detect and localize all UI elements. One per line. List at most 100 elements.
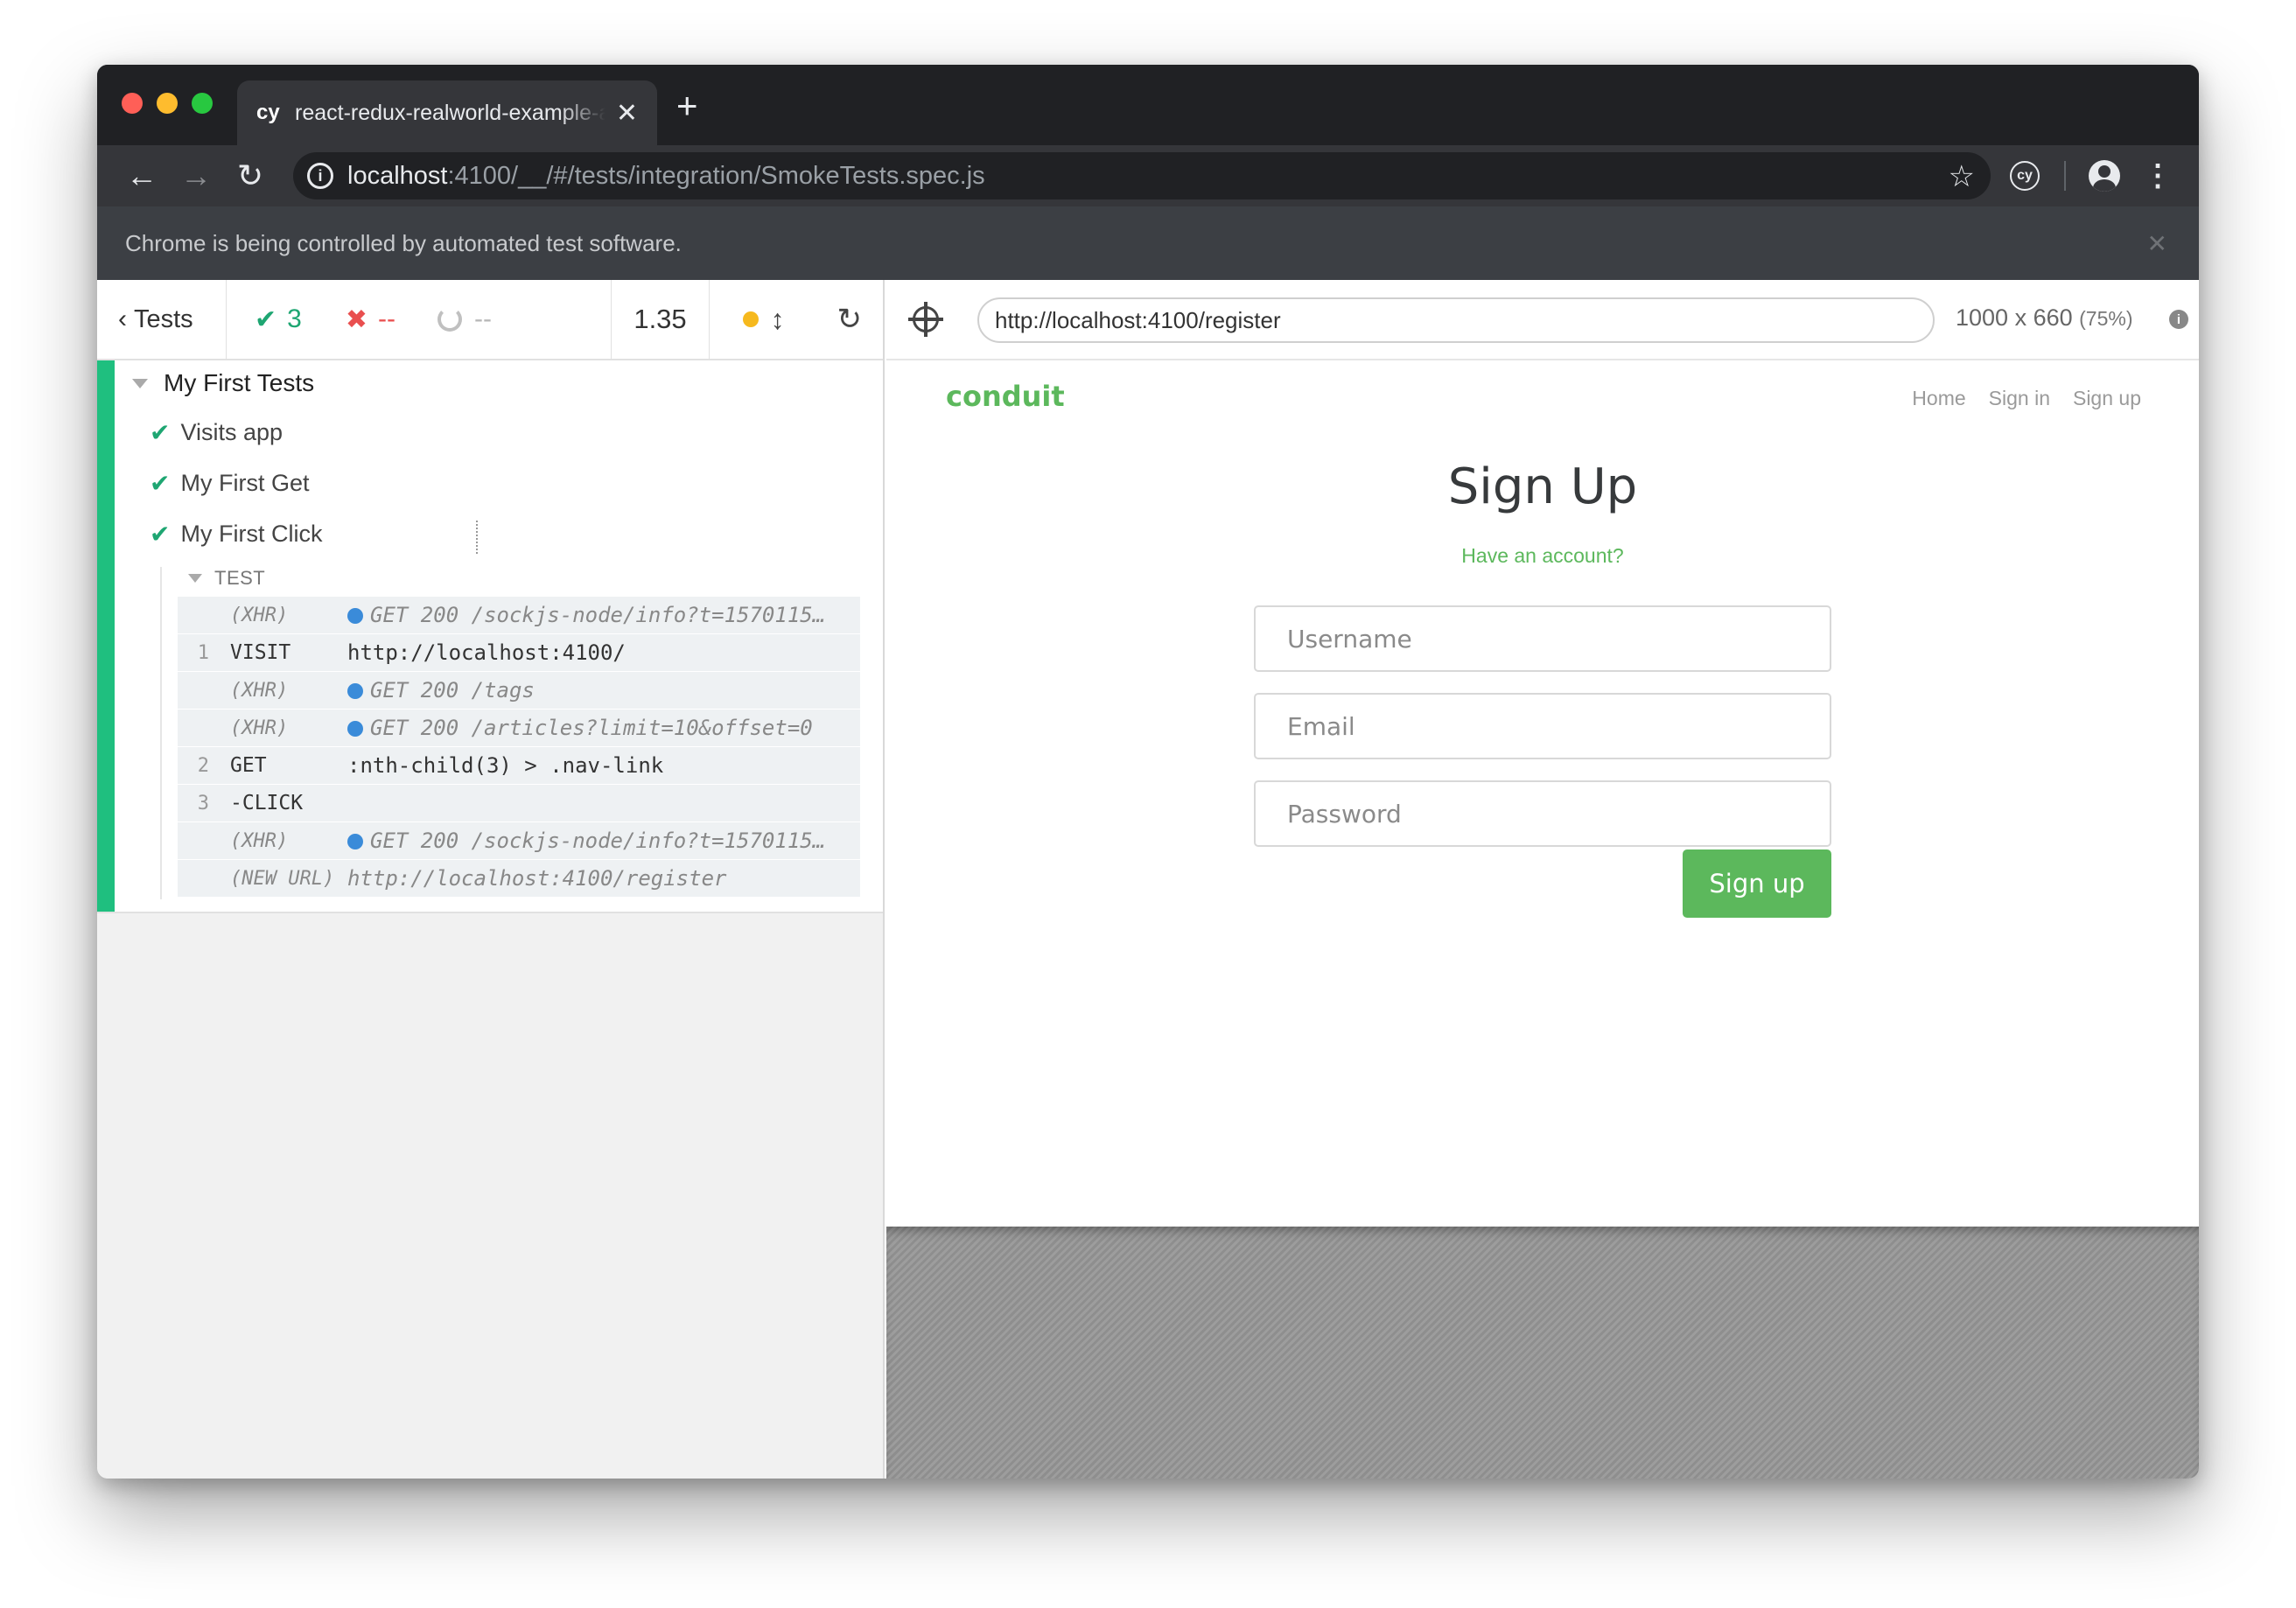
command-name: -CLICK — [230, 792, 304, 814]
command-log: (XHR) GET 200 /sockjs-node/info?t=1570115… — [178, 597, 860, 898]
password-input[interactable]: Password — [1254, 780, 1831, 847]
command-row[interactable]: 3 -CLICK — [178, 785, 860, 822]
command-message-text: GET 200 /articles?limit=10&offset=0 — [370, 716, 813, 740]
xhr-status-dot-icon — [347, 834, 363, 849]
pending-spinner-icon — [437, 307, 462, 332]
test-item[interactable]: ✔ My First Click — [150, 520, 322, 549]
command-message: http://localhost:4100/register — [347, 866, 860, 891]
address-path: :4100/__/#/tests/integration/SmokeTests.… — [447, 161, 985, 190]
command-name: GET — [230, 754, 267, 777]
conduit-logo[interactable]: conduit — [946, 380, 1065, 413]
suite-status-bar — [97, 360, 115, 912]
aut-panel: http://localhost:4100/register 1000 x 66… — [886, 280, 2199, 1479]
command-name: (XHR) — [230, 604, 289, 626]
command-number: 1 — [197, 641, 209, 664]
new-tab-button[interactable]: + — [676, 87, 698, 124]
command-name: (NEW URL) — [230, 867, 335, 890]
automation-infobar: Chrome is being controlled by automated … — [97, 206, 2199, 280]
have-account-link[interactable]: Have an account? — [886, 544, 2199, 568]
check-icon: ✔ — [255, 304, 277, 334]
collapse-triangle-icon — [132, 378, 148, 388]
account-avatar-icon[interactable] — [2089, 160, 2120, 192]
browser-tab[interactable]: cy react-redux-realworld-example-app ✕ — [237, 80, 657, 145]
address-bar[interactable]: i localhost:4100/__/#/tests/integration/… — [293, 152, 1991, 199]
nav-link-sign-up[interactable]: Sign up — [2073, 387, 2141, 410]
command-number: 3 — [197, 792, 209, 814]
more-menu-icon[interactable]: ⋮ — [2143, 158, 2173, 193]
bookmark-star-icon[interactable]: ☆ — [1949, 159, 1975, 194]
aut-url-field[interactable]: http://localhost:4100/register — [977, 297, 1935, 343]
test-item[interactable]: ✔ My First Get — [150, 469, 309, 498]
rerun-tests-icon[interactable]: ↻ — [837, 302, 863, 337]
site-info-icon[interactable]: i — [307, 163, 333, 189]
cypress-favicon-icon: cy — [256, 101, 280, 124]
viewport-size: 1000 x 660 (75%) — [1956, 304, 2133, 331]
tests-back-button[interactable]: ‹ Tests — [97, 280, 227, 359]
app-nav: Home Sign in Sign up — [1912, 387, 2141, 410]
cypress-extension-icon[interactable]: cy — [2010, 161, 2040, 191]
command-row[interactable]: (XHR) GET 200 /sockjs-node/info?t=1570115… — [178, 822, 860, 860]
address-url: localhost:4100/__/#/tests/integration/Sm… — [347, 162, 985, 191]
command-message-text: http://localhost:4100/register — [347, 866, 727, 891]
zoom-window-button[interactable] — [192, 93, 213, 114]
failed-count: ✖ -- — [345, 304, 396, 334]
focus-divider — [476, 521, 478, 554]
page-title: Sign Up — [1447, 458, 1638, 515]
command-message-text: http://localhost:4100/ — [347, 640, 626, 665]
collapse-triangle-icon — [188, 574, 202, 583]
command-message: GET 200 /sockjs-node/info?t=1570115… — [347, 828, 860, 853]
page-content: ‹ Tests ✔ 3 ✖ -- -- 1.35 ↕ ↻ My First Te… — [97, 280, 2199, 1479]
minimize-window-button[interactable] — [157, 93, 178, 114]
nav-link-home[interactable]: Home — [1912, 387, 1965, 410]
forward-arrow-icon[interactable]: → — [169, 157, 223, 194]
auto-scroll-indicator-icon[interactable] — [742, 311, 759, 327]
viewport-info-icon[interactable]: i — [2169, 310, 2188, 329]
title-bar: cy react-redux-realworld-example-app ✕ + — [97, 65, 2199, 145]
selector-playground-icon[interactable] — [908, 302, 943, 337]
reload-icon[interactable]: ↻ — [223, 157, 277, 194]
run-duration: 1.35 — [612, 280, 710, 359]
username-input[interactable]: Username — [1254, 605, 1831, 672]
command-row[interactable]: (NEW URL) http://localhost:4100/register — [178, 860, 860, 898]
toolbar-divider — [2064, 161, 2066, 191]
sign-up-button[interactable]: Sign up — [1683, 849, 1831, 918]
test-section-header[interactable]: TEST — [188, 567, 265, 590]
xhr-status-dot-icon — [347, 608, 363, 624]
command-row[interactable]: 1 VISIT http://localhost:4100/ — [178, 634, 860, 672]
tab-close-icon[interactable]: ✕ — [616, 98, 638, 129]
tree-guide-line — [160, 567, 162, 899]
command-message: GET 200 /tags — [347, 678, 860, 703]
command-name: VISIT — [230, 641, 291, 664]
command-message-text: GET 200 /tags — [370, 678, 535, 703]
chevron-left-icon: ‹ — [118, 304, 127, 333]
command-name: (XHR) — [230, 679, 289, 702]
command-message-text: GET 200 /sockjs-node/info?t=1570115… — [370, 603, 826, 627]
command-row[interactable]: (XHR) GET 200 /tags — [178, 672, 860, 710]
command-message-text: GET 200 /sockjs-node/info?t=1570115… — [370, 828, 826, 853]
infobar-close-icon[interactable]: ✕ — [2147, 229, 2167, 258]
command-name: (XHR) — [230, 717, 289, 739]
x-icon: ✖ — [345, 304, 368, 334]
command-row[interactable]: 2 GET:nth-child(3) > .nav-link — [178, 747, 860, 785]
pending-count: -- — [437, 304, 492, 334]
command-message: GET 200 /articles?limit=10&offset=0 — [347, 716, 860, 740]
resize-vertical-icon[interactable]: ↕ — [771, 304, 785, 336]
suite-title[interactable]: My First Tests — [132, 369, 314, 397]
xhr-status-dot-icon — [347, 721, 363, 737]
app-frame: conduit Home Sign in Sign up Sign Up Hav… — [886, 360, 2199, 1227]
command-row[interactable]: (XHR) GET 200 /sockjs-node/info?t=1570115… — [178, 597, 860, 634]
infobar-message: Chrome is being controlled by automated … — [125, 229, 682, 256]
viewport-empty-area — [886, 1227, 2199, 1479]
command-message: http://localhost:4100/ — [347, 640, 860, 665]
check-icon: ✔ — [150, 419, 171, 446]
runner-reporter: My First Tests ✔ Visits app ✔ My First G… — [97, 360, 883, 913]
close-window-button[interactable] — [122, 93, 143, 114]
command-row[interactable]: (XHR) GET 200 /articles?limit=10&offset=0 — [178, 710, 860, 747]
runner-header: ‹ Tests ✔ 3 ✖ -- -- 1.35 ↕ ↻ — [97, 280, 883, 360]
nav-link-sign-in[interactable]: Sign in — [1989, 387, 2050, 410]
test-item[interactable]: ✔ Visits app — [150, 418, 283, 447]
email-input[interactable]: Email — [1254, 693, 1831, 759]
address-host: localhost — [347, 161, 448, 190]
command-message-text: :nth-child(3) > .nav-link — [347, 753, 664, 778]
back-arrow-icon[interactable]: ← — [115, 157, 169, 194]
